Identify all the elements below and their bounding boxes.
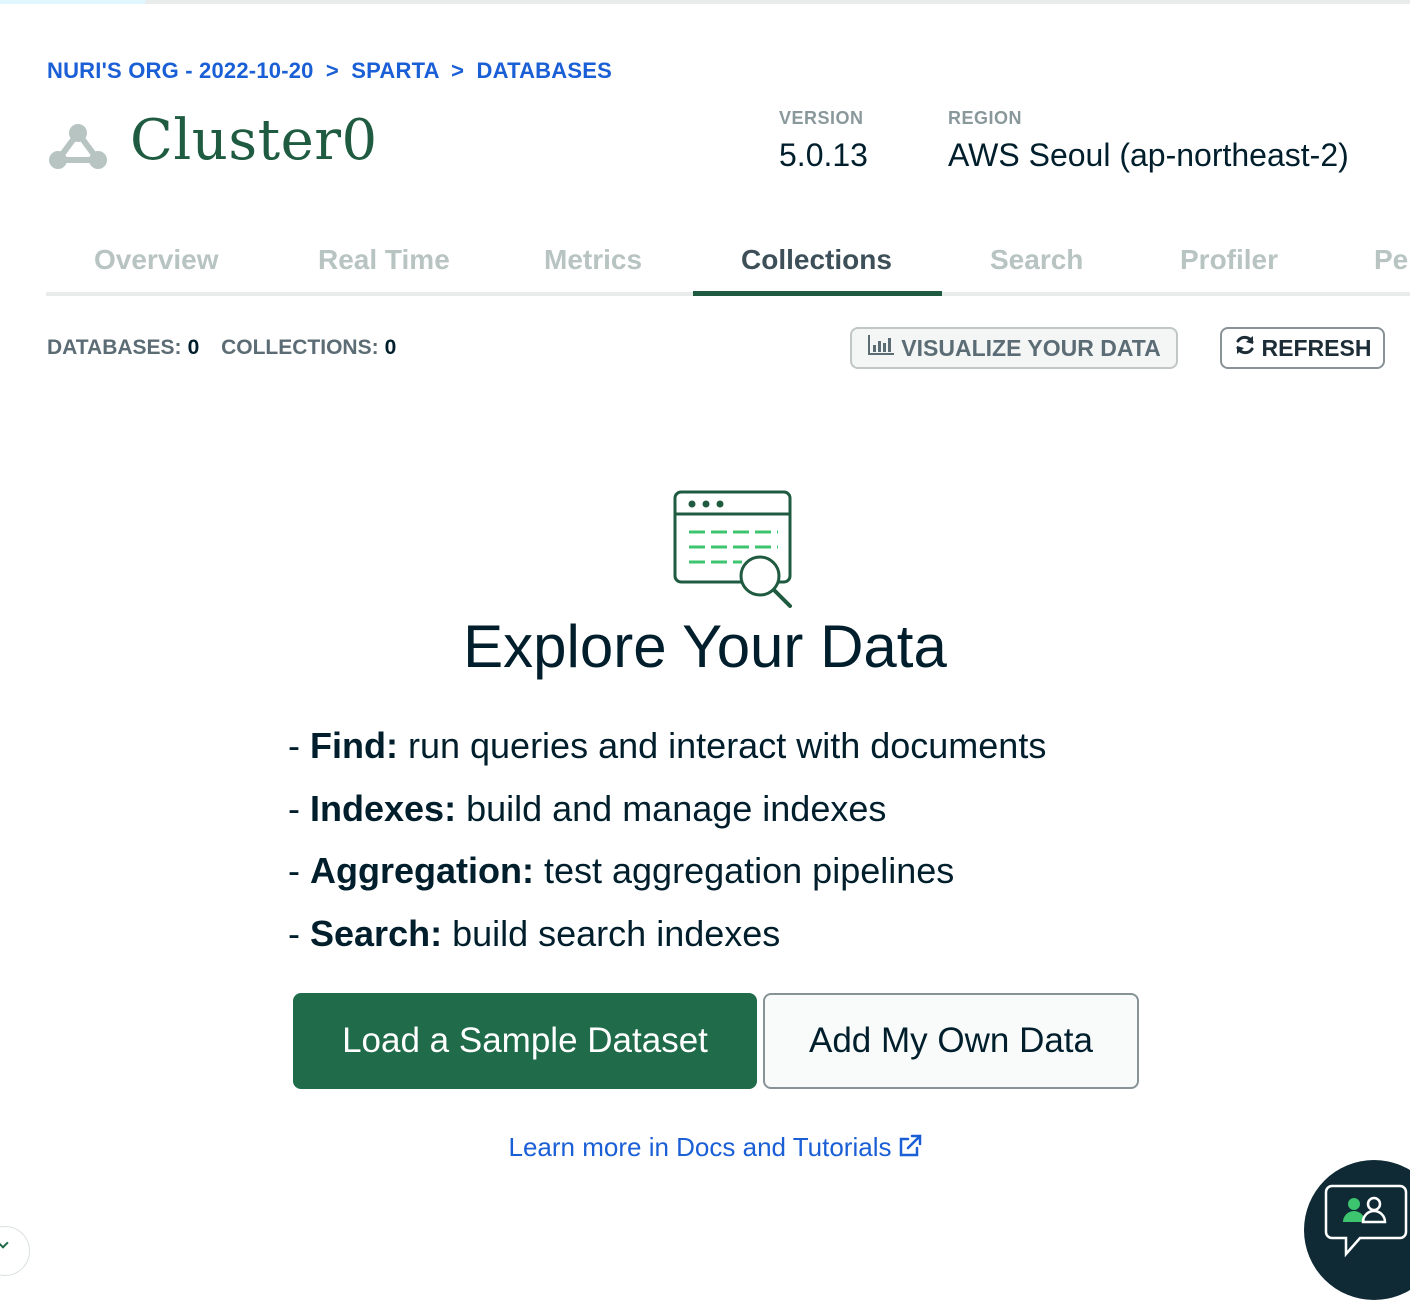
- version-label: VERSION: [779, 108, 864, 128]
- feature-item-indexes: - Indexes: build and manage indexes: [288, 787, 887, 829]
- feature-item-search: - Search: build search indexes: [288, 912, 781, 954]
- feature-list: - Find: run queries and interact with do…: [288, 722, 1046, 972]
- refresh-label: REFRESH: [1261, 334, 1372, 361]
- feature-desc: build and manage indexes: [456, 787, 887, 829]
- tab-overview[interactable]: Overview: [94, 244, 219, 276]
- support-chat-button[interactable]: [1304, 1160, 1410, 1300]
- data-counts: DATABASES: 0 COLLECTIONS: 0: [47, 336, 396, 360]
- cluster-tabs: Overview Real Time Metrics Collections S…: [46, 238, 1410, 296]
- feature-term: Search:: [310, 912, 443, 954]
- tab-collections[interactable]: Collections: [741, 244, 892, 276]
- version-value: 5.0.13: [779, 137, 868, 173]
- breadcrumb-org[interactable]: NURI'S ORG - 2022-10-20: [47, 58, 314, 83]
- feature-term: Indexes:: [310, 787, 457, 829]
- collections-count-value: 0: [384, 336, 397, 359]
- feature-item-aggregation: - Aggregation: test aggregation pipeline…: [288, 850, 955, 891]
- collections-count-label: COLLECTIONS:: [221, 336, 379, 359]
- tab-profiler[interactable]: Profiler: [1180, 244, 1278, 276]
- bar-chart-icon: [867, 334, 895, 362]
- breadcrumb: NURI'S ORG - 2022-10-20 > SPARTA > DATAB…: [47, 58, 612, 84]
- load-sample-dataset-button[interactable]: Load a Sample Dataset: [293, 993, 757, 1089]
- top-progress-bar: [0, 0, 1410, 4]
- feature-desc: test aggregation pipelines: [533, 850, 955, 891]
- data-explorer-icon: [672, 490, 794, 610]
- breadcrumb-section[interactable]: DATABASES: [477, 58, 612, 83]
- tab-performance-advisor[interactable]: Per: [1374, 244, 1410, 276]
- cluster-name: Cluster0: [130, 108, 378, 173]
- empty-state-title: Explore Your Data: [463, 613, 947, 680]
- external-link-icon: [897, 1134, 923, 1165]
- breadcrumb-project[interactable]: SPARTA: [351, 58, 439, 83]
- feature-term: Aggregation:: [310, 850, 534, 891]
- feature-term: Find:: [310, 725, 398, 766]
- breadcrumb-separator: >: [451, 58, 465, 83]
- docs-tutorials-link[interactable]: Learn more in Docs and Tutorials: [0, 1132, 1410, 1165]
- corner-status-indicator[interactable]: [0, 1226, 30, 1276]
- tab-metrics[interactable]: Metrics: [544, 244, 642, 276]
- feature-desc: run queries and interact with documents: [397, 725, 1047, 766]
- tab-real-time[interactable]: Real Time: [318, 244, 450, 276]
- feature-desc: build search indexes: [442, 912, 781, 954]
- refresh-button[interactable]: REFRESH: [1220, 327, 1385, 369]
- visualize-label: VISUALIZE YOUR DATA: [901, 334, 1161, 361]
- add-my-own-data-button[interactable]: Add My Own Data: [763, 993, 1139, 1089]
- top-progress-accent: [0, 0, 145, 4]
- check-icon: [0, 1237, 9, 1249]
- cluster-icon: [48, 122, 108, 172]
- region-label: REGION: [948, 108, 1023, 128]
- feature-item-find: - Find: run queries and interact with do…: [288, 725, 1047, 766]
- databases-count-label: DATABASES:: [47, 336, 182, 359]
- databases-count-value: 0: [187, 336, 200, 359]
- refresh-icon: [1234, 334, 1256, 362]
- docs-link-label: Learn more in Docs and Tutorials: [508, 1132, 892, 1162]
- active-tab-indicator: [693, 291, 942, 296]
- visualize-your-data-button[interactable]: VISUALIZE YOUR DATA: [850, 327, 1178, 369]
- chat-people-icon: [1324, 1184, 1408, 1258]
- region-value: AWS Seoul (ap-northeast-2): [948, 137, 1349, 173]
- tab-search[interactable]: Search: [990, 244, 1083, 276]
- breadcrumb-separator: >: [325, 58, 339, 83]
